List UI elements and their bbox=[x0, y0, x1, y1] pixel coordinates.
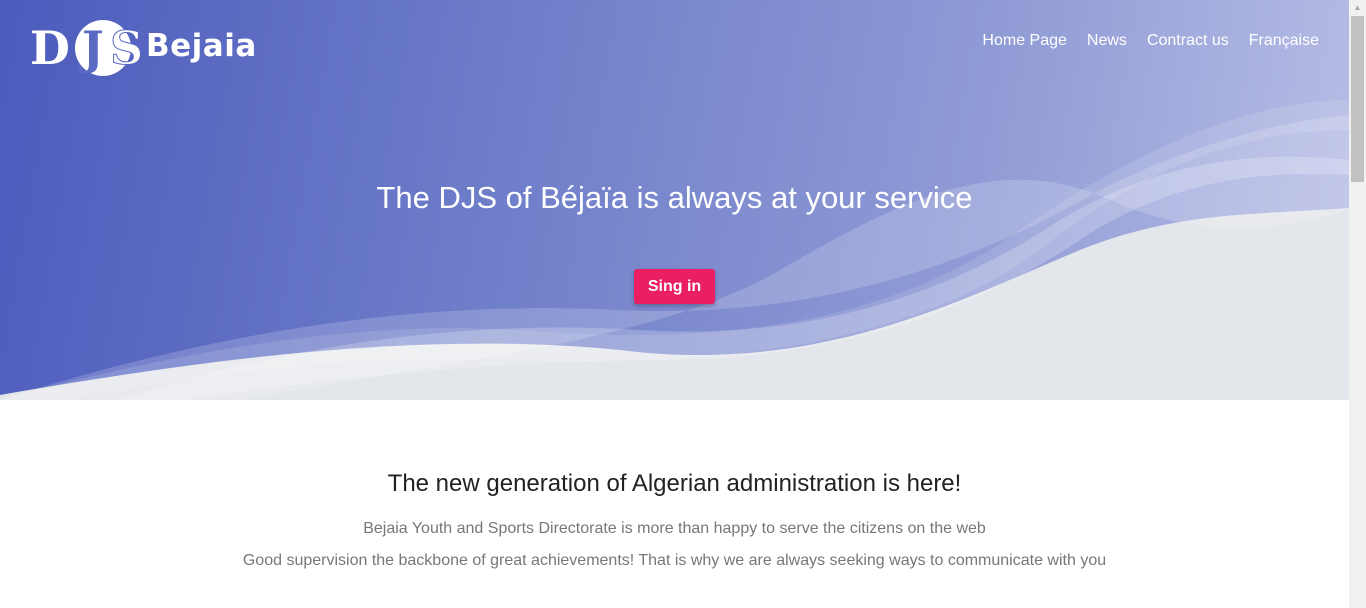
site-logo[interactable]: D J S Bejaia bbox=[30, 14, 257, 78]
vertical-scrollbar[interactable]: ▲ bbox=[1349, 0, 1366, 608]
scrollbar-thumb[interactable] bbox=[1351, 16, 1364, 182]
djs-logo-mark: D J S bbox=[30, 16, 144, 76]
intro-line-1: Bejaia Youth and Sports Directorate is m… bbox=[363, 520, 986, 537]
nav-item-contact[interactable]: Contract us bbox=[1147, 30, 1229, 52]
page: D J S Bejaia Home Page News Contract us … bbox=[0, 0, 1349, 608]
intro-section: The new generation of Algerian administr… bbox=[0, 400, 1349, 608]
nav-item-language[interactable]: Française bbox=[1249, 30, 1319, 52]
logo-text: Bejaia bbox=[146, 28, 257, 64]
svg-text:J: J bbox=[78, 21, 104, 75]
svg-text:D: D bbox=[30, 21, 70, 75]
svg-text:S: S bbox=[110, 21, 140, 75]
hero-section: D J S Bejaia Home Page News Contract us … bbox=[0, 0, 1349, 400]
hero-title: The DJS of Béjaïa is always at your serv… bbox=[376, 180, 973, 215]
nav-item-news[interactable]: News bbox=[1087, 30, 1127, 52]
intro-heading: The new generation of Algerian administr… bbox=[387, 470, 962, 497]
nav-item-home[interactable]: Home Page bbox=[982, 30, 1067, 52]
intro-line-2: Good supervision the backbone of great a… bbox=[242, 552, 1107, 569]
sign-in-button[interactable]: Sing in bbox=[634, 269, 715, 304]
main-nav: Home Page News Contract us Française bbox=[982, 30, 1319, 52]
scroll-up-arrow-icon[interactable]: ▲ bbox=[1349, 0, 1366, 16]
